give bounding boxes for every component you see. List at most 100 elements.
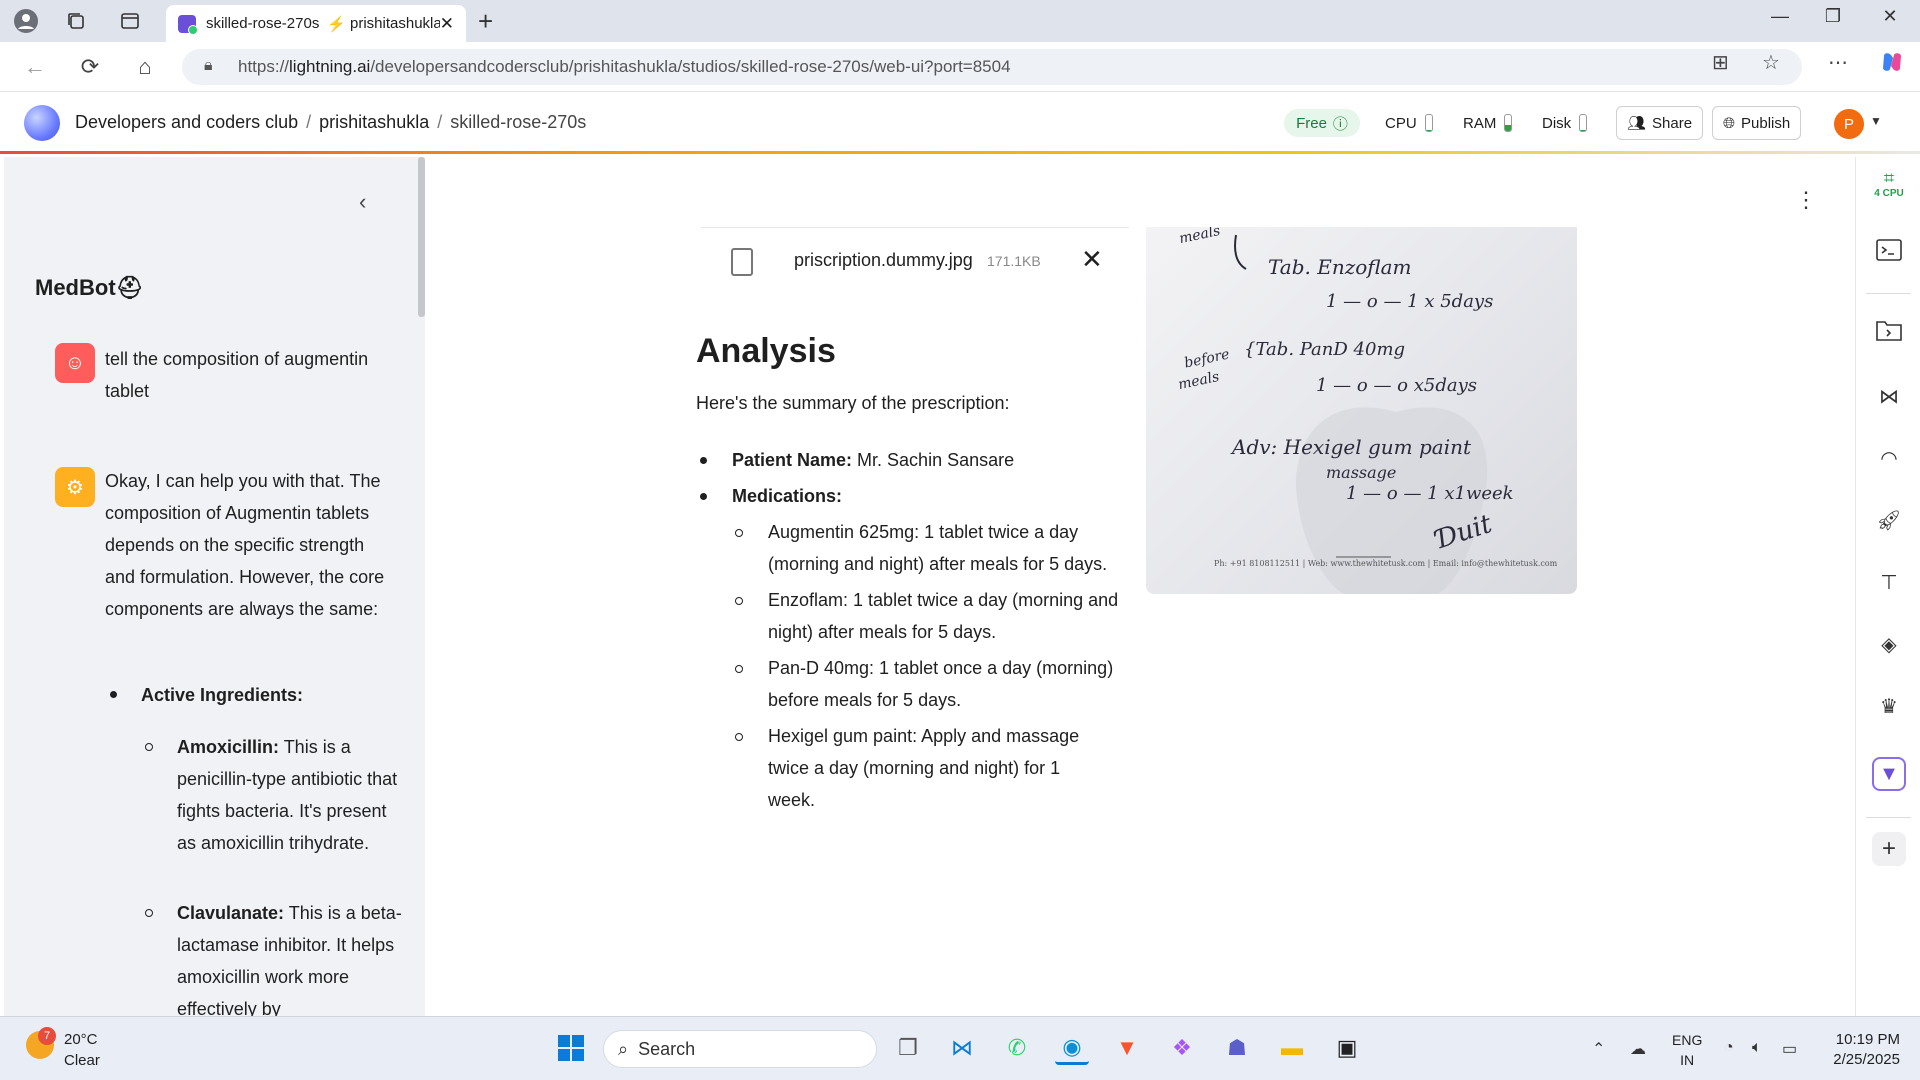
patient-label: Patient Name:	[732, 450, 853, 470]
temperature[interactable]: 20°C	[64, 1031, 98, 1048]
remove-file-icon[interactable]: ✕	[1081, 244, 1103, 275]
app-title-text: MedBot	[35, 275, 116, 300]
medication-item: Augmentin 625mg: 1 tablet twice a day (m…	[768, 522, 1108, 574]
disk-meter[interactable]: Disk	[1542, 114, 1588, 132]
wifi-icon[interactable]: ◔	[1724, 1039, 1734, 1057]
system-clock[interactable]: 10:19 PM 2/25/2025	[1820, 1030, 1900, 1070]
active-app-icon[interactable]: ▼	[1872, 757, 1906, 791]
ram-label: RAM	[1463, 114, 1497, 132]
tooth-watermark	[1234, 234, 1488, 594]
profile-icon[interactable]	[12, 7, 40, 35]
plan-badge[interactable]: Free ⓘ	[1284, 109, 1360, 137]
taskbar-search[interactable]: ⌕ Search	[603, 1030, 877, 1068]
battery-icon[interactable]: ▭	[1782, 1039, 1797, 1059]
layers-icon[interactable]: ◈	[1872, 627, 1906, 661]
rx-line: massage	[1326, 463, 1397, 482]
terminal-taskbar-icon[interactable]: ▣	[1330, 1031, 1364, 1065]
file-name: priscription.dummy.jpg	[794, 250, 973, 270]
app-available-icon[interactable]: ⊞	[1712, 50, 1729, 75]
cpu-chip-icon[interactable]: ⌗ 4 CPU	[1872, 169, 1906, 203]
browser-titlebar: skilled-rose-270s ⚡ prishitashukla ✕ + —…	[0, 0, 1920, 42]
weather-condition[interactable]: Clear	[64, 1052, 100, 1069]
task-view-icon[interactable]: ❐	[891, 1031, 925, 1065]
share-button[interactable]: 👥︎ Share	[1616, 106, 1704, 140]
restore-icon[interactable]: ❐	[1813, 6, 1853, 27]
window-close-icon[interactable]: ✕	[1870, 6, 1910, 27]
copilot-icon[interactable]	[1880, 50, 1904, 80]
streamlit-icon[interactable]: ♛	[1872, 689, 1906, 723]
onedrive-icon[interactable]: ☁	[1630, 1039, 1646, 1059]
info-icon: ⓘ	[1332, 115, 1348, 133]
lang-region: IN	[1680, 1052, 1695, 1068]
terminal-icon[interactable]	[1872, 233, 1906, 267]
time: 10:19 PM	[1835, 1031, 1900, 1048]
rx-line: 1 — o — 1 x 5days	[1326, 291, 1494, 312]
tensorflow-icon[interactable]: ⊤	[1872, 565, 1906, 599]
vscode-icon[interactable]: ⋈	[1872, 379, 1906, 413]
rx-line: 1 — o — 1 x1week	[1346, 483, 1514, 504]
file-explorer-taskbar-icon[interactable]: ▬	[1275, 1031, 1309, 1065]
windows-start-icon[interactable]	[554, 1031, 588, 1065]
rx-line: Adv: Hexigel gum paint	[1232, 435, 1472, 459]
app-title: MedBot⛑︎	[35, 275, 144, 301]
teams-icon[interactable]: ☗	[1220, 1031, 1254, 1065]
avatar[interactable]: P	[1834, 109, 1864, 139]
studio-header: Developers and coders club / prishitashukl…	[0, 92, 1920, 154]
patient-line: Patient Name: Mr. Sachin Sansare	[732, 444, 1014, 476]
sidebar-scrollbar[interactable]	[418, 157, 425, 317]
more-menu-icon[interactable]: ⋮	[1795, 187, 1817, 213]
sub-bullet	[145, 909, 153, 917]
tools-rail: ⌗ 4 CPU ⋈ ◠ 🚀︎ ⊤ ◈ ♛ ▼ +	[1855, 157, 1920, 1016]
favorite-star-icon[interactable]: ☆	[1762, 50, 1780, 75]
chevron-down-icon[interactable]: ▼	[1870, 114, 1882, 128]
url-prefix: https://	[238, 57, 290, 76]
tab-close-icon[interactable]: ✕	[440, 14, 454, 34]
cpu-label: CPU	[1385, 114, 1417, 132]
collections-icon[interactable]	[62, 7, 90, 35]
jupyter-icon[interactable]: ◠	[1872, 441, 1906, 475]
breadcrumb-user[interactable]: prishitashukla	[319, 112, 429, 132]
vscode-taskbar-icon[interactable]: ⋈	[945, 1031, 979, 1065]
weather-badge: 7	[38, 1027, 56, 1045]
prescription-image: meals Tab. Enzoflam 1 — o — 1 x 5days be…	[1146, 227, 1577, 594]
lightning-logo[interactable]	[24, 105, 60, 141]
breadcrumb-org[interactable]: Developers and coders club	[75, 112, 298, 132]
rocket-icon[interactable]: 🚀︎	[1872, 503, 1906, 537]
section-label: Active Ingredients:	[141, 685, 304, 705]
input-language[interactable]: ENG IN	[1672, 1030, 1702, 1070]
disk-label: Disk	[1542, 114, 1572, 132]
volume-icon[interactable]: 🔈︎	[1752, 1039, 1762, 1057]
edge-browser-icon[interactable]: ◉	[1055, 1031, 1089, 1065]
url-field[interactable]: 🔒︎ https://lightning.ai/developersandcod…	[182, 49, 1802, 85]
home-icon[interactable]: ⌂	[130, 52, 160, 82]
main-content: ⋮ priscription.dummy.jpg 171.1KB ✕ Analy…	[425, 157, 1855, 1016]
brave-icon[interactable]: ▼	[1110, 1031, 1144, 1065]
new-tab-icon[interactable]: +	[478, 6, 493, 37]
chip-glyph: ⌗	[1883, 168, 1895, 188]
whatsapp-icon[interactable]: ✆	[1000, 1031, 1034, 1065]
lock-icon[interactable]: 🔒︎	[204, 57, 213, 75]
more-options-icon[interactable]: ⋯	[1828, 50, 1848, 75]
cpu-usage-bar	[1424, 114, 1433, 132]
tab-actions-icon[interactable]	[116, 7, 144, 35]
breadcrumb-studio[interactable]: skilled-rose-270s	[450, 112, 586, 132]
collapse-sidebar-icon[interactable]: ‹	[359, 189, 366, 215]
browser-tab-active[interactable]: skilled-rose-270s ⚡ prishitashukla ✕	[166, 5, 466, 42]
publish-button[interactable]: 🌐︎ Publish	[1712, 106, 1802, 140]
back-icon[interactable]: ←	[20, 52, 50, 82]
cpu-meter[interactable]: CPU	[1385, 114, 1433, 132]
rx-line: {Tab. PanD 40mg	[1244, 339, 1406, 360]
add-plugin-icon[interactable]: +	[1872, 832, 1906, 866]
uploaded-file: priscription.dummy.jpg 171.1KB ✕	[701, 227, 1129, 287]
bullet	[110, 691, 117, 698]
chevron-up-icon[interactable]: ⌃	[1592, 1039, 1605, 1059]
ram-meter[interactable]: RAM	[1463, 114, 1513, 132]
ingredient-clavulanate: Clavulanate: This is a beta-lactamase in…	[177, 897, 402, 1016]
file-explorer-icon[interactable]	[1872, 313, 1906, 347]
publish-label: Publish	[1741, 114, 1791, 132]
summary-intro: Here's the summary of the prescription:	[696, 393, 1010, 413]
address-bar-row: ← ⟳ ⌂ 🔒︎ https://lightning.ai/developers…	[0, 42, 1920, 92]
copilot-taskbar-icon[interactable]: ❖	[1165, 1031, 1199, 1065]
minimize-icon[interactable]: —	[1760, 6, 1800, 27]
reload-icon[interactable]: ⟳	[75, 52, 105, 82]
